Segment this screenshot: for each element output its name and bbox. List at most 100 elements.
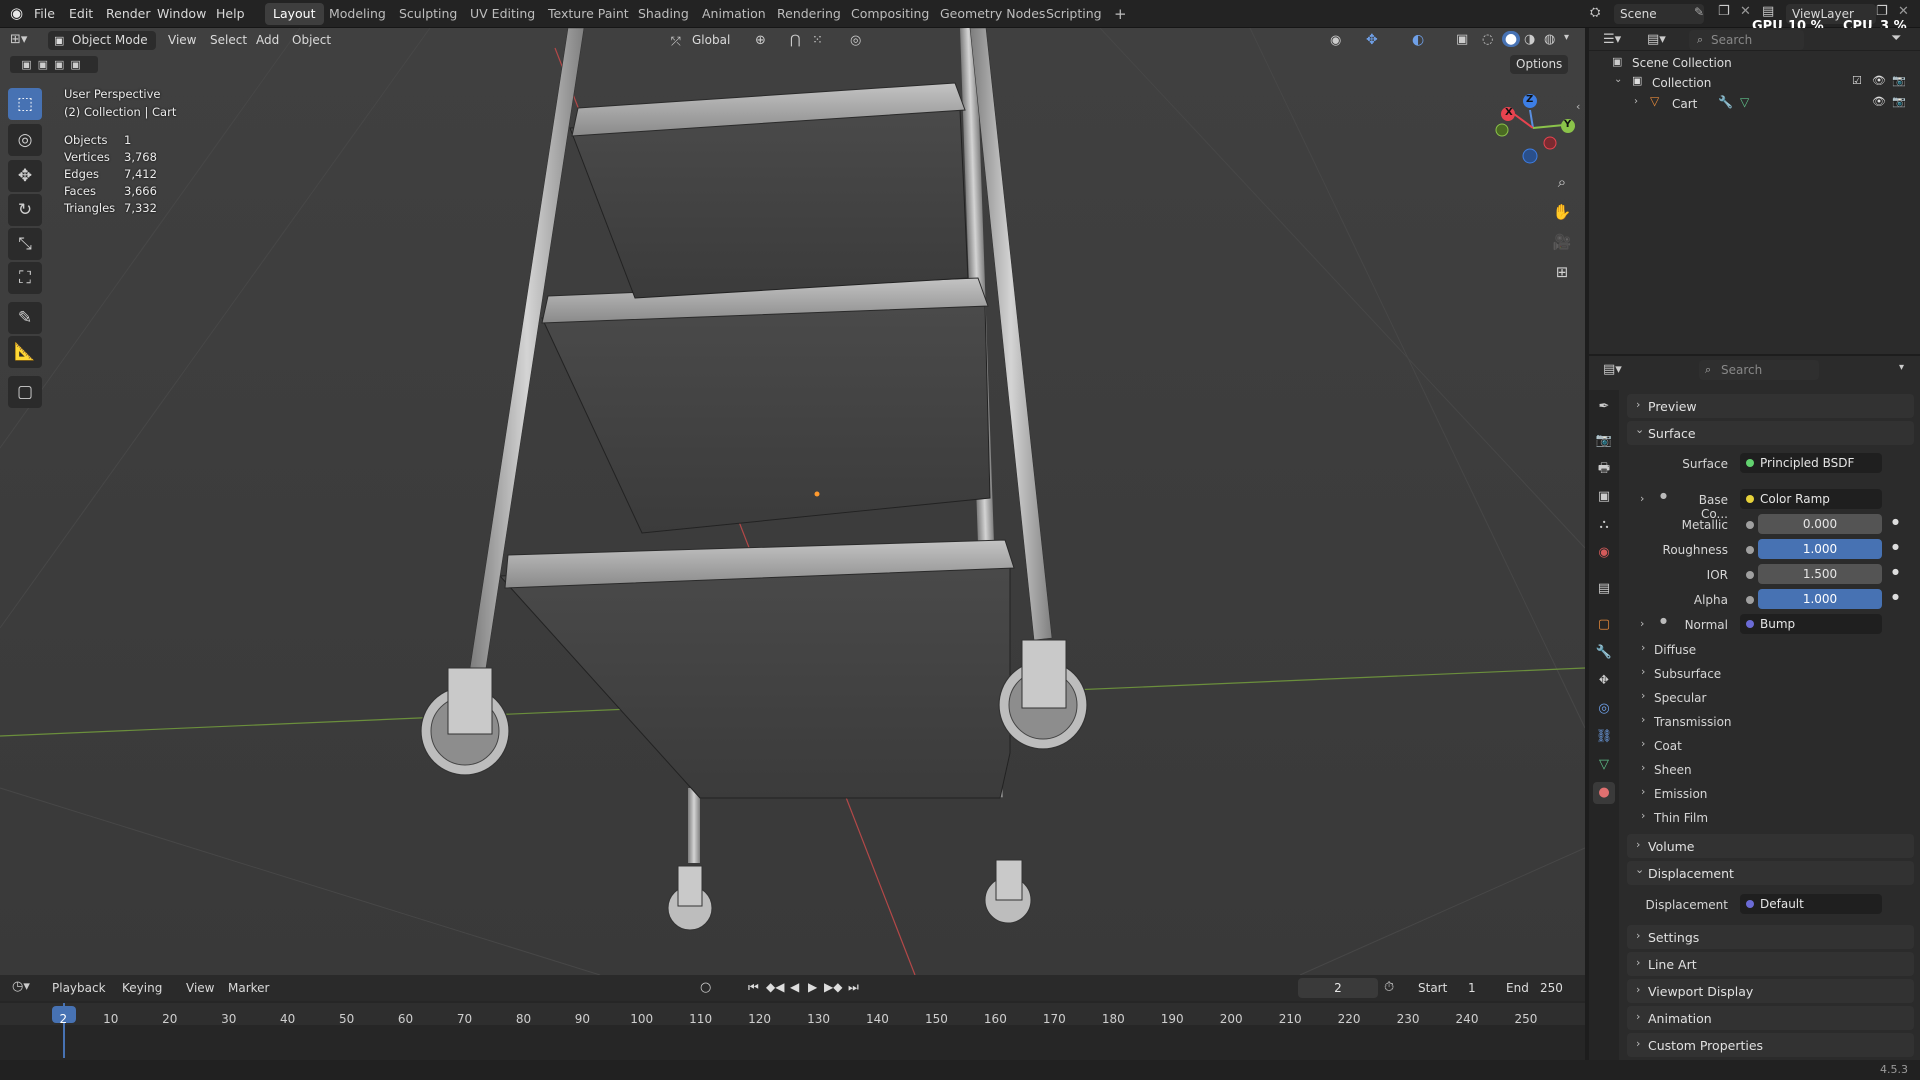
- new-viewlayer-icon[interactable]: ❐: [1876, 4, 1888, 19]
- normal-field[interactable]: Bump: [1740, 614, 1882, 634]
- end-frame-value[interactable]: 250: [1540, 981, 1563, 995]
- xray-toggle-icon[interactable]: ▣: [1456, 32, 1468, 47]
- surface-shader-field[interactable]: Principled BSDF: [1740, 453, 1882, 473]
- tab-layout[interactable]: Layout: [265, 3, 324, 25]
- jump-start-icon[interactable]: ⏮: [748, 980, 759, 995]
- data-tab-icon[interactable]: ▽: [1593, 754, 1615, 776]
- emission-subpanel[interactable]: Emission: [1654, 787, 1707, 801]
- view-layer-tab-icon[interactable]: ▣: [1593, 486, 1615, 508]
- menu-object[interactable]: Object: [286, 31, 337, 50]
- menu-render[interactable]: Render: [106, 6, 151, 21]
- start-frame-value[interactable]: 1: [1468, 981, 1476, 995]
- auto-keying-icon[interactable]: ○: [700, 980, 711, 995]
- roughness-keyframe-icon[interactable]: ●: [1892, 542, 1899, 551]
- sheen-subpanel[interactable]: Sheen: [1654, 763, 1692, 777]
- add-cube-tool-icon[interactable]: ▢: [8, 376, 42, 408]
- delete-scene-icon[interactable]: ✕: [1740, 4, 1751, 19]
- properties-options-icon[interactable]: ▾: [1899, 362, 1904, 373]
- menu-playback[interactable]: Playback: [46, 979, 112, 998]
- collection-expand-icon[interactable]: ⌄: [1614, 74, 1622, 85]
- select-tool-icon[interactable]: ⬚: [8, 88, 42, 120]
- menu-window[interactable]: Window: [157, 6, 206, 21]
- settings-panel-header[interactable]: Settings: [1648, 930, 1699, 945]
- volume-panel-header[interactable]: Volume: [1648, 839, 1695, 854]
- 3d-viewport[interactable]: [0, 28, 1585, 975]
- base-color-expand-icon[interactable]: ›: [1640, 492, 1644, 505]
- play-icon[interactable]: ▶: [808, 980, 817, 994]
- tab-geometry-nodes[interactable]: Geometry Nodes: [932, 3, 1053, 25]
- gizmo-toggle-icon[interactable]: ✥: [1366, 32, 1378, 48]
- outliner-collection[interactable]: Collection: [1652, 76, 1711, 90]
- thin-film-subpanel[interactable]: Thin Film: [1654, 811, 1708, 825]
- preview-panel-header[interactable]: Preview: [1648, 399, 1697, 414]
- tab-shading[interactable]: Shading: [630, 3, 697, 25]
- ior-keyframe-icon[interactable]: ●: [1892, 567, 1899, 576]
- tab-animation[interactable]: Animation: [694, 3, 774, 25]
- modifier-tab-icon[interactable]: 🔧: [1593, 642, 1615, 664]
- scene-icon[interactable]: ⛭: [1590, 5, 1600, 20]
- roughness-slider[interactable]: 1.000: [1758, 539, 1882, 559]
- material-tab-icon[interactable]: ●: [1593, 782, 1615, 804]
- new-scene-icon[interactable]: ❐: [1718, 4, 1730, 19]
- line-art-panel-header[interactable]: Line Art: [1648, 957, 1697, 972]
- ior-field[interactable]: 1.500: [1758, 564, 1882, 584]
- displacement-panel-header[interactable]: Displacement: [1648, 866, 1734, 881]
- scene-tab-icon[interactable]: ⛬: [1593, 514, 1615, 536]
- collection-tab-icon[interactable]: ▤: [1593, 578, 1615, 600]
- shading-solid-icon[interactable]: ●: [1502, 31, 1520, 47]
- alpha-slider[interactable]: 1.000: [1758, 589, 1882, 609]
- metallic-keyframe-icon[interactable]: ●: [1892, 517, 1899, 526]
- collection-checkbox-icon[interactable]: ☑: [1852, 74, 1862, 87]
- select-box-icon[interactable]: ▣▣▣▣: [10, 56, 98, 73]
- properties-editor-type-icon[interactable]: ▤▾: [1603, 362, 1622, 377]
- outliner-scene-collection[interactable]: Scene Collection: [1632, 56, 1732, 70]
- next-keyframe-icon[interactable]: ▶◆: [824, 980, 842, 994]
- viewport-display-panel-header[interactable]: Viewport Display: [1648, 984, 1753, 999]
- visibility-icon[interactable]: ◉: [1330, 33, 1341, 48]
- snap-target-icon[interactable]: ⁙: [812, 33, 823, 48]
- menu-select[interactable]: Select: [204, 31, 253, 50]
- render-tab-icon[interactable]: 📷: [1593, 430, 1615, 452]
- sidebar-toggle-icon[interactable]: ‹: [1576, 100, 1580, 113]
- cursor-tool-icon[interactable]: ◎: [8, 124, 42, 156]
- measure-tool-icon[interactable]: 📐: [8, 336, 42, 368]
- object-camera-icon[interactable]: 📷: [1892, 95, 1906, 108]
- ortho-toggle-icon[interactable]: ⊞: [1548, 258, 1576, 286]
- pivot-icon[interactable]: ⊕: [755, 33, 766, 48]
- menu-keying[interactable]: Keying: [116, 979, 168, 998]
- menu-marker[interactable]: Marker: [222, 979, 275, 998]
- rotate-tool-icon[interactable]: ↻: [8, 194, 42, 226]
- metallic-field[interactable]: 0.000: [1758, 514, 1882, 534]
- scale-tool-icon[interactable]: ⤡: [8, 228, 42, 260]
- outliner-search-field[interactable]: Search: [1689, 30, 1804, 50]
- move-tool-icon[interactable]: ✥: [8, 160, 42, 192]
- scene-selector[interactable]: Scene: [1614, 4, 1704, 24]
- properties-search-field[interactable]: Search: [1699, 360, 1819, 380]
- overlay-toggle-icon[interactable]: ◐: [1412, 32, 1424, 48]
- coat-subpanel[interactable]: Coat: [1654, 739, 1682, 753]
- mesh-data-icon[interactable]: ▽: [1740, 95, 1749, 109]
- diffuse-subpanel[interactable]: Diffuse: [1654, 643, 1696, 657]
- tab-uv-editing[interactable]: UV Editing: [462, 3, 543, 25]
- menu-add[interactable]: Add: [250, 31, 285, 50]
- custom-properties-panel-header[interactable]: Custom Properties: [1648, 1038, 1763, 1053]
- collection-eye-icon[interactable]: 👁: [1872, 74, 1886, 87]
- shading-rendered-icon[interactable]: ◍: [1544, 32, 1555, 47]
- prev-keyframe-icon[interactable]: ◆◀: [766, 980, 784, 994]
- outliner-filter-icon[interactable]: ▤▾: [1647, 32, 1666, 47]
- viewlayer-icon[interactable]: ▤: [1762, 4, 1774, 19]
- proportional-editing-icon[interactable]: ◎: [850, 33, 861, 48]
- menu-file[interactable]: File: [34, 6, 55, 21]
- editor-type-icon[interactable]: ⊞▾: [10, 32, 27, 47]
- delete-viewlayer-icon[interactable]: ✕: [1898, 4, 1909, 19]
- shading-material-icon[interactable]: ◑: [1524, 32, 1535, 47]
- menu-timeline-view[interactable]: View: [180, 979, 220, 998]
- particles-tab-icon[interactable]: ⛖: [1593, 670, 1615, 692]
- constraints-tab-icon[interactable]: ⛓: [1593, 726, 1615, 748]
- physics-tab-icon[interactable]: ◎: [1593, 698, 1615, 720]
- displacement-field[interactable]: Default: [1740, 894, 1882, 914]
- shading-wireframe-icon[interactable]: ◌: [1482, 32, 1493, 47]
- transform-tool-icon[interactable]: ⛶: [8, 262, 42, 294]
- tab-texture-paint[interactable]: Texture Paint: [540, 3, 637, 25]
- world-tab-icon[interactable]: ◉: [1593, 542, 1615, 564]
